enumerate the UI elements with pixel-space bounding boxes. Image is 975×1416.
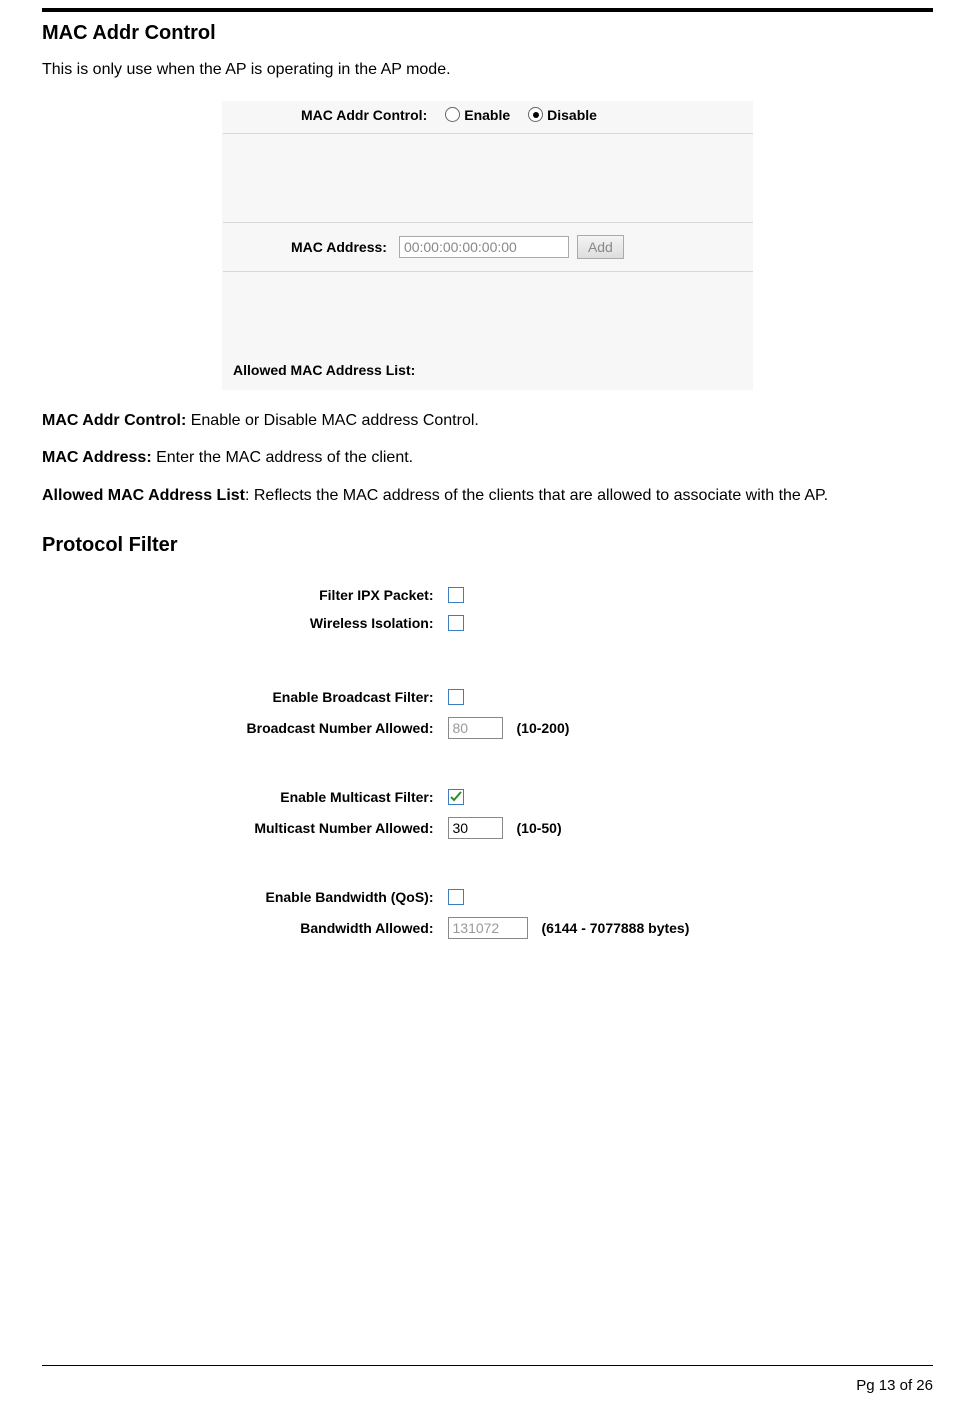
desc-mac-control-label: MAC Addr Control:: [42, 412, 191, 429]
radio-disable[interactable]: Disable: [528, 107, 597, 123]
add-button[interactable]: Add: [577, 235, 624, 259]
desc-allowed-list-label: Allowed MAC Address List: [42, 487, 245, 504]
input-broadcast-number[interactable]: [448, 717, 503, 739]
check-icon: [450, 791, 462, 803]
desc-mac-control: MAC Addr Control: Enable or Disable MAC …: [42, 408, 933, 434]
pf-group-1: Filter IPX Packet: Wireless Isolation:: [188, 575, 788, 647]
input-bandwidth-allowed[interactable]: [448, 917, 528, 939]
pf-group-4: Enable Bandwidth (QoS): Bandwidth Allowe…: [188, 877, 788, 955]
bottom-rule: [42, 1365, 933, 1366]
section-intro-mac: This is only use when the AP is operatin…: [42, 57, 933, 83]
label-enable-qos: Enable Bandwidth (QoS):: [188, 889, 448, 905]
pf-group-3: Enable Multicast Filter: Multicast Numbe…: [188, 777, 788, 855]
row-enable-multicast: Enable Multicast Filter:: [188, 783, 788, 811]
label-wireless-isolation: Wireless Isolation:: [188, 615, 448, 631]
desc-allowed-list-text: : Reflects the MAC address of the client…: [245, 487, 828, 504]
allowed-mac-list-label: Allowed MAC Address List:: [223, 272, 753, 390]
row-filter-ipx: Filter IPX Packet:: [188, 581, 788, 609]
radio-enable-label: Enable: [464, 107, 510, 123]
label-enable-multicast: Enable Multicast Filter:: [188, 789, 448, 805]
pf-group-2: Enable Broadcast Filter: Broadcast Numbe…: [188, 677, 788, 755]
protocol-filter-panel: Filter IPX Packet: Wireless Isolation: E…: [184, 569, 792, 965]
page-number: Pg 13 of 26: [856, 1377, 933, 1394]
radio-disable-label: Disable: [547, 107, 597, 123]
label-enable-broadcast: Enable Broadcast Filter:: [188, 689, 448, 705]
mac-address-row: MAC Address: Add: [223, 223, 753, 272]
desc-mac-address-label: MAC Address:: [42, 449, 156, 466]
desc-mac-control-text: Enable or Disable MAC address Control.: [191, 412, 479, 429]
figure-protocol-filter: Filter IPX Packet: Wireless Isolation: E…: [42, 569, 933, 965]
row-multicast-number: Multicast Number Allowed: (10-50): [188, 811, 788, 845]
mac-spacer: [223, 134, 753, 223]
label-multicast-number: Multicast Number Allowed:: [188, 820, 448, 836]
section-heading-protocol: Protocol Filter: [42, 534, 933, 557]
radio-disable-dot: [528, 107, 543, 122]
input-multicast-number[interactable]: [448, 817, 503, 839]
row-broadcast-number: Broadcast Number Allowed: (10-200): [188, 711, 788, 745]
desc-mac-address: MAC Address: Enter the MAC address of th…: [42, 445, 933, 471]
top-rule: [42, 8, 933, 12]
checkbox-enable-multicast[interactable]: [448, 789, 464, 805]
checkbox-enable-qos[interactable]: [448, 889, 464, 905]
row-wireless-isolation: Wireless Isolation:: [188, 609, 788, 637]
checkbox-enable-broadcast[interactable]: [448, 689, 464, 705]
mac-address-input[interactable]: [399, 236, 569, 258]
label-broadcast-number: Broadcast Number Allowed:: [188, 720, 448, 736]
label-bandwidth-allowed: Bandwidth Allowed:: [188, 920, 448, 936]
desc-mac-address-text: Enter the MAC address of the client.: [156, 449, 413, 466]
row-bandwidth-allowed: Bandwidth Allowed: (6144 - 7077888 bytes…: [188, 911, 788, 945]
radio-enable-dot: [445, 107, 460, 122]
hint-bandwidth: (6144 - 7077888 bytes): [542, 920, 690, 936]
mac-control-label: MAC Addr Control:: [301, 107, 427, 123]
mac-address-label: MAC Address:: [291, 239, 387, 255]
row-enable-broadcast: Enable Broadcast Filter:: [188, 683, 788, 711]
row-enable-qos: Enable Bandwidth (QoS):: [188, 883, 788, 911]
desc-allowed-list: Allowed MAC Address List: Reflects the M…: [42, 483, 933, 509]
label-filter-ipx: Filter IPX Packet:: [188, 587, 448, 603]
mac-control-row: MAC Addr Control: Enable Disable: [223, 101, 753, 134]
section-heading-mac: MAC Addr Control: [42, 22, 933, 45]
checkbox-wireless-isolation[interactable]: [448, 615, 464, 631]
document-page: MAC Addr Control This is only use when t…: [0, 8, 975, 1416]
mac-control-panel: MAC Addr Control: Enable Disable MAC Add…: [222, 101, 753, 390]
hint-multicast: (10-50): [517, 820, 562, 836]
hint-broadcast: (10-200): [517, 720, 570, 736]
figure-mac-control: MAC Addr Control: Enable Disable MAC Add…: [42, 101, 933, 390]
checkbox-filter-ipx[interactable]: [448, 587, 464, 603]
radio-enable[interactable]: Enable: [445, 107, 510, 123]
